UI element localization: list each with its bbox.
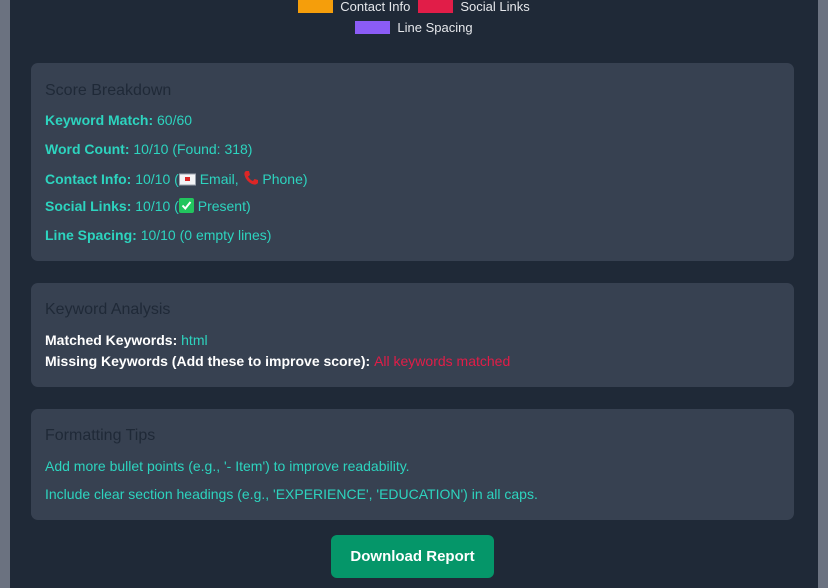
score-value-prefix: 10/10 ( [135, 171, 179, 187]
keyword-analysis-title: Keyword Analysis [45, 301, 171, 318]
chart-legend-row-1: Contact Info Social Links [10, 0, 818, 15]
envelope-icon [178, 173, 196, 189]
score-breakdown-panel: Score Breakdown Keyword Match: 60/60 Wor… [31, 63, 794, 261]
telephone-icon [243, 170, 259, 189]
download-report-button[interactable]: Download Report [331, 535, 494, 578]
keyword-analysis-panel: Keyword Analysis Matched Keywords: html … [31, 283, 794, 387]
matched-keywords-row: Matched Keywords: html [45, 332, 208, 348]
report-frame: Contact Info Social Links Line Spacing S… [10, 0, 818, 588]
score-value: 10/10 (Found: 318) [133, 141, 253, 157]
matched-keywords-label: Matched Keywords: [45, 332, 178, 348]
score-label: Word Count: [45, 141, 130, 157]
formatting-tips-title: Formatting Tips [45, 427, 156, 444]
score-value: 10/10 (0 empty lines) [140, 227, 272, 243]
phone-label: Phone) [262, 171, 308, 187]
score-value-suffix: Present) [197, 198, 251, 214]
missing-keywords-value: All keywords matched [374, 353, 511, 369]
score-label: Line Spacing: [45, 227, 137, 243]
chart-legend-row-2: Line Spacing [10, 18, 818, 36]
score-row-contact-info: Contact Info: 10/10 ( Email, Phone) [45, 170, 308, 189]
missing-keywords-label: Missing Keywords (Add these to improve s… [45, 353, 371, 369]
score-row-keyword-match: Keyword Match: 60/60 [45, 112, 192, 128]
score-value: 60/60 [157, 112, 193, 128]
legend-item-social-links[interactable]: Social Links [418, 0, 530, 14]
score-value-prefix: 10/10 ( [135, 198, 179, 214]
missing-keywords-row: Missing Keywords (Add these to improve s… [45, 353, 510, 369]
check-mark-icon [178, 198, 194, 216]
email-label: Email, [199, 171, 239, 187]
formatting-tips-panel: Formatting Tips Add more bullet points (… [31, 409, 794, 520]
score-label: Contact Info: [45, 171, 132, 187]
formatting-tip: Add more bullet points (e.g., '- Item') … [45, 458, 410, 474]
legend-swatch-contact-info [298, 0, 334, 13]
legend-swatch-social-links [418, 0, 454, 13]
legend-item-line-spacing[interactable]: Line Spacing [355, 19, 473, 35]
score-row-word-count: Word Count: 10/10 (Found: 318) [45, 141, 252, 157]
score-row-line-spacing: Line Spacing: 10/10 (0 empty lines) [45, 227, 271, 243]
legend-label-line-spacing: Line Spacing [397, 19, 473, 35]
legend-swatch-line-spacing [355, 20, 391, 34]
formatting-tip: Include clear section headings (e.g., 'E… [45, 486, 538, 502]
matched-keywords-value: html [181, 332, 208, 348]
legend-item-contact-info[interactable]: Contact Info [298, 0, 410, 14]
score-label: Social Links: [45, 198, 132, 214]
legend-label-contact-info: Contact Info [340, 0, 411, 14]
score-row-social-links: Social Links: 10/10 ( Present) [45, 198, 251, 216]
score-breakdown-title: Score Breakdown [45, 82, 172, 99]
score-label: Keyword Match: [45, 112, 154, 128]
legend-label-social-links: Social Links [460, 0, 530, 14]
